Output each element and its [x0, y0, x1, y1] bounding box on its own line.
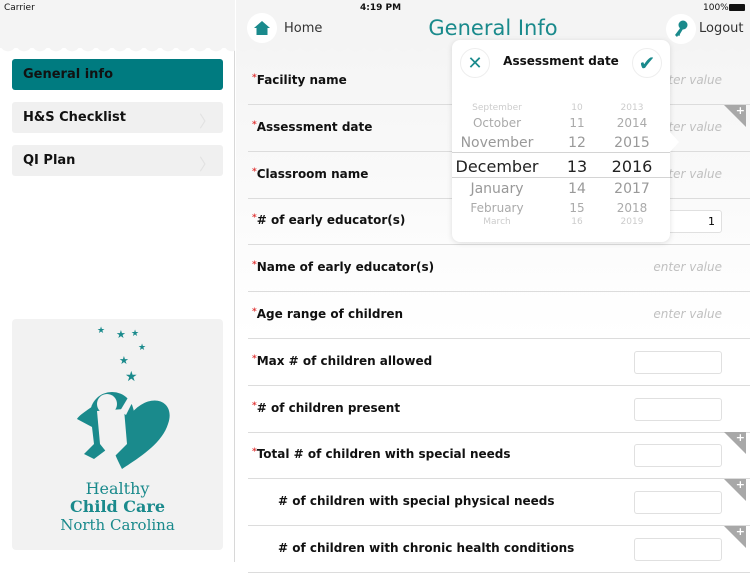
number-input[interactable]: [634, 491, 722, 515]
picker-option[interactable]: 2015: [587, 135, 677, 151]
plus-icon: +: [735, 431, 745, 445]
picker-option[interactable]: 2017: [587, 181, 677, 197]
plus-icon: +: [735, 478, 745, 492]
sidebar-item-label: H&S Checklist: [23, 110, 126, 125]
svg-text:★: ★: [119, 354, 129, 367]
logo-heart-child-icon: ★ ★ ★ ★ ★ ★: [77, 326, 170, 469]
field-label: *Age range of children: [252, 307, 403, 321]
picker-option[interactable]: December: [452, 157, 542, 176]
picker-option[interactable]: 2016: [587, 157, 677, 176]
add-note-corner-button[interactable]: +: [724, 478, 746, 502]
add-note-corner-button[interactable]: +: [724, 103, 746, 127]
status-bar: Carrier 4:19 PM 100%: [0, 0, 750, 16]
picker-option[interactable]: 2018: [587, 201, 677, 215]
add-note-corner-button[interactable]: +: [724, 431, 746, 455]
svg-text:★: ★: [138, 343, 146, 353]
sidebar-item-label: General info: [23, 67, 114, 82]
field-label: # of children with special physical need…: [278, 494, 555, 508]
hccnc-logo: ★ ★ ★ ★ ★ ★ Healthy Child Care North Carolina: [12, 319, 223, 550]
battery-label: 100%: [703, 3, 729, 13]
text-input[interactable]: enter value: [653, 260, 722, 274]
field-label: *# of children present: [252, 401, 400, 415]
form-row: # of children with chronic health condit…: [248, 525, 750, 573]
number-input[interactable]: [634, 538, 722, 561]
chevron-right-icon: 〉: [198, 112, 215, 131]
number-input[interactable]: [634, 350, 722, 374]
form-row: *Name of early educator(s) enter value: [248, 245, 750, 293]
field-label-text: Age range of children: [256, 307, 404, 321]
picker-option[interactable]: January: [452, 181, 542, 197]
battery-icon: [729, 4, 745, 11]
picker-option[interactable]: March: [452, 217, 542, 227]
number-input[interactable]: [634, 444, 722, 468]
sidebar: General info H&S Checklist 〉 QI Plan 〉 ★ ★ ★ ★ ★…: [0, 0, 235, 562]
selection-line-top: [452, 152, 670, 153]
field-label: *Max # of children allowed: [252, 354, 432, 368]
checkmark-icon: ✔: [638, 51, 656, 75]
picker-option[interactable]: 2013: [587, 103, 677, 113]
date-picker-popover: ✕ Assessment date ✔ September October Nove…: [452, 40, 679, 242]
confirm-button[interactable]: ✔: [632, 48, 662, 78]
key-icon: [675, 20, 688, 37]
field-label: *Facility name: [252, 73, 347, 87]
picker-option[interactable]: September: [452, 103, 542, 113]
logo-text-healthy: Healthy: [85, 479, 150, 498]
field-label: *Classroom name: [252, 167, 368, 181]
field-label-text: Max # of children allowed: [256, 353, 433, 368]
picker-option[interactable]: 2019: [587, 217, 677, 227]
field-label-text: # of children present: [256, 400, 401, 415]
field-label-text: # of children with chronic health condit…: [278, 541, 575, 555]
plus-icon: +: [735, 525, 745, 538]
field-label-text: Name of early educator(s): [256, 260, 435, 275]
picker-option[interactable]: November: [452, 135, 542, 151]
field-label-text: Assessment date: [256, 119, 373, 134]
sidebar-item-label: QI Plan: [23, 153, 76, 168]
selection-line-bottom: [452, 177, 670, 178]
logout-label[interactable]: Logout: [699, 21, 744, 36]
field-label: *Name of early educator(s): [252, 260, 434, 274]
picker-option[interactable]: October: [452, 116, 542, 130]
plus-icon: +: [735, 103, 745, 117]
sidebar-item-h-s-checklist[interactable]: H&S Checklist 〉: [12, 102, 223, 133]
logo-text-nc: North Carolina: [60, 516, 175, 534]
carrier-label: Carrier: [4, 3, 35, 13]
svg-text:★: ★: [131, 329, 139, 339]
field-label-text: Classroom name: [256, 166, 369, 181]
sidebar-item-general-info[interactable]: General info: [12, 59, 223, 90]
svg-text:★: ★: [97, 326, 105, 336]
field-label: # of children with chronic health condit…: [278, 541, 574, 555]
logo-text-child-care: Child Care: [70, 497, 165, 516]
logout-button[interactable]: [666, 14, 696, 44]
field-label: *Total # of children with special needs: [252, 447, 511, 461]
form-row: *Max # of children allowed: [248, 339, 750, 386]
field-label-text: Total # of children with special needs: [256, 447, 511, 462]
form-row: *# of children present: [248, 386, 750, 433]
svg-text:★: ★: [116, 328, 126, 341]
form-row: *Age range of children enter value: [248, 292, 750, 339]
picker-option[interactable]: February: [452, 201, 542, 215]
field-label-text: # of children with special physical need…: [278, 494, 555, 509]
form-row: *Total # of children with special needs +: [248, 431, 750, 480]
field-label-text: Facility name: [256, 73, 347, 87]
number-input[interactable]: [634, 397, 722, 421]
chevron-right-icon: 〉: [198, 155, 215, 174]
field-label: *Assessment date: [252, 120, 372, 134]
status-time: 4:19 PM: [360, 3, 402, 13]
sidebar-item-qi-plan[interactable]: QI Plan 〉: [12, 145, 223, 176]
svg-text:★: ★: [125, 369, 138, 385]
text-input[interactable]: enter value: [653, 307, 722, 321]
form-row: # of children with special physical need…: [248, 478, 750, 527]
add-note-corner-button[interactable]: +: [724, 525, 746, 548]
field-label-text: # of early educator(s): [256, 213, 406, 228]
field-label: *# of early educator(s): [252, 213, 405, 227]
picker-option[interactable]: 2014: [587, 116, 677, 130]
